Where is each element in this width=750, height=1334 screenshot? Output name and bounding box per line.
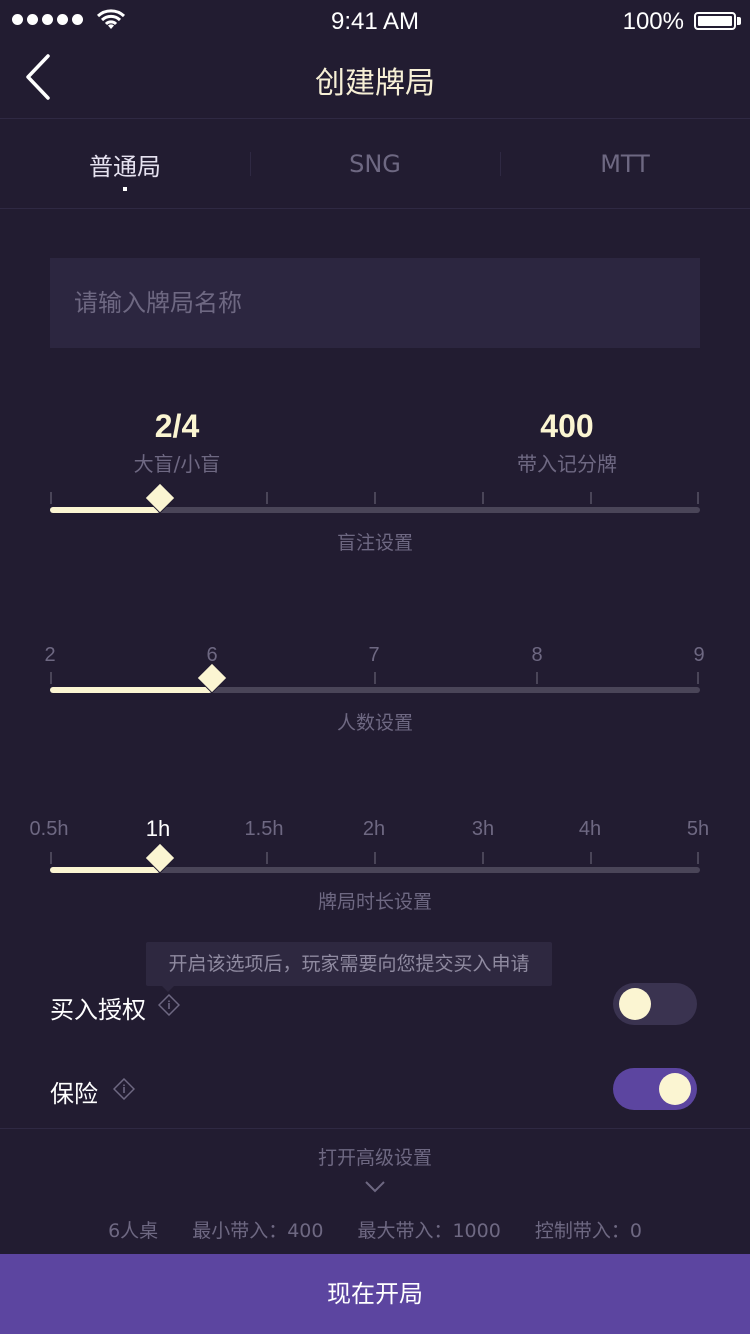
- buy-in-auth-toggle[interactable]: [613, 983, 697, 1025]
- tab-label: SNG: [349, 150, 401, 178]
- battery-percent: 100%: [622, 8, 684, 35]
- slider-tick: [266, 492, 268, 504]
- blinds-slider-caption: 盲注设置: [336, 532, 413, 554]
- players-slider-caption: 人数设置: [336, 712, 413, 734]
- advanced-settings-toggle[interactable]: 打开高级设置: [0, 1143, 750, 1170]
- blinds-slider-track[interactable]: [50, 507, 700, 513]
- tab-mtt[interactable]: MTT: [500, 119, 750, 209]
- slider-tick: [590, 852, 592, 864]
- slider-tick: [50, 852, 52, 864]
- slider-tick: [482, 492, 484, 504]
- tab-separator: [250, 152, 251, 176]
- duration-tick-label: 0.5h: [29, 818, 69, 840]
- players-slider-fill: [50, 687, 212, 693]
- buy-in-auth-label: 买入授权: [50, 996, 146, 1024]
- toggle-knob: [619, 988, 651, 1020]
- summary-min-buyin: 最小带入：400: [192, 1220, 324, 1242]
- players-tick-label: 7: [368, 644, 380, 666]
- settings-summary: 6人桌 最小带入：400 最大带入：1000 控制带入：0: [0, 1216, 750, 1243]
- tab-label: 普通局: [89, 152, 161, 181]
- tab-normal[interactable]: 普通局: [0, 119, 250, 209]
- tooltip-arrow: [160, 984, 176, 992]
- start-game-button[interactable]: 现在开局: [0, 1254, 750, 1334]
- battery-tip: [737, 17, 741, 25]
- slider-tick: [482, 852, 484, 864]
- buyin-value: 400: [540, 408, 594, 444]
- buy-in-auth-tooltip: 开启该选项后，玩家需要向您提交买入申请: [146, 942, 552, 986]
- slider-tick: [697, 852, 699, 864]
- summary-max-buyin: 最大带入：1000: [357, 1220, 501, 1242]
- players-slider-track[interactable]: [50, 687, 700, 693]
- page-title: 创建牌局: [315, 66, 435, 101]
- duration-slider-caption: 牌局时长设置: [317, 891, 432, 913]
- duration-tick-label: 3h: [471, 818, 495, 840]
- slider-tick: [590, 492, 592, 504]
- game-name-input[interactable]: [50, 258, 700, 348]
- status-bar: 9:41 AM 100%: [0, 0, 750, 44]
- players-tick-label: 2: [44, 644, 56, 666]
- slider-tick: [697, 672, 699, 684]
- duration-tick-label: 1.5h: [244, 818, 284, 840]
- info-icon[interactable]: [113, 1078, 135, 1100]
- blinds-slider-fill: [50, 507, 160, 513]
- tab-separator: [500, 152, 501, 176]
- players-tick-label: 9: [693, 644, 705, 666]
- duration-tick-label: 2h: [362, 818, 386, 840]
- slider-tick: [374, 852, 376, 864]
- summary-control-buyin: 控制带入：0: [534, 1220, 642, 1242]
- slider-tick: [697, 492, 699, 504]
- battery-icon: [694, 12, 736, 30]
- insurance-label: 保险: [50, 1080, 98, 1108]
- blinds-value-label: 大盲/小盲: [133, 452, 221, 476]
- divider: [0, 1128, 750, 1129]
- summary-table-size: 6人桌: [108, 1220, 159, 1242]
- slider-tick: [536, 672, 538, 684]
- slider-tick: [266, 852, 268, 864]
- duration-slider-fill: [50, 867, 160, 873]
- duration-tick-label: 4h: [578, 818, 602, 840]
- duration-slider-track[interactable]: [50, 867, 700, 873]
- duration-tick-label-selected: 1h: [145, 816, 171, 841]
- slider-tick: [374, 672, 376, 684]
- slider-tick: [374, 492, 376, 504]
- chevron-down-icon[interactable]: [364, 1180, 386, 1194]
- insurance-toggle[interactable]: [613, 1068, 697, 1110]
- active-tab-indicator: [123, 187, 127, 191]
- game-type-tabs: 普通局 SNG MTT: [0, 119, 750, 209]
- toggle-knob: [659, 1073, 691, 1105]
- divider: [0, 208, 750, 209]
- players-tick-label: 8: [531, 644, 543, 666]
- duration-tick-label: 5h: [686, 818, 710, 840]
- tab-label: MTT: [600, 150, 650, 178]
- info-icon[interactable]: [158, 994, 180, 1016]
- tab-sng[interactable]: SNG: [250, 119, 500, 209]
- buyin-value-label: 带入记分牌: [517, 452, 617, 476]
- slider-tick: [50, 672, 52, 684]
- blinds-value: 2/4: [154, 408, 200, 444]
- slider-tick: [50, 492, 52, 504]
